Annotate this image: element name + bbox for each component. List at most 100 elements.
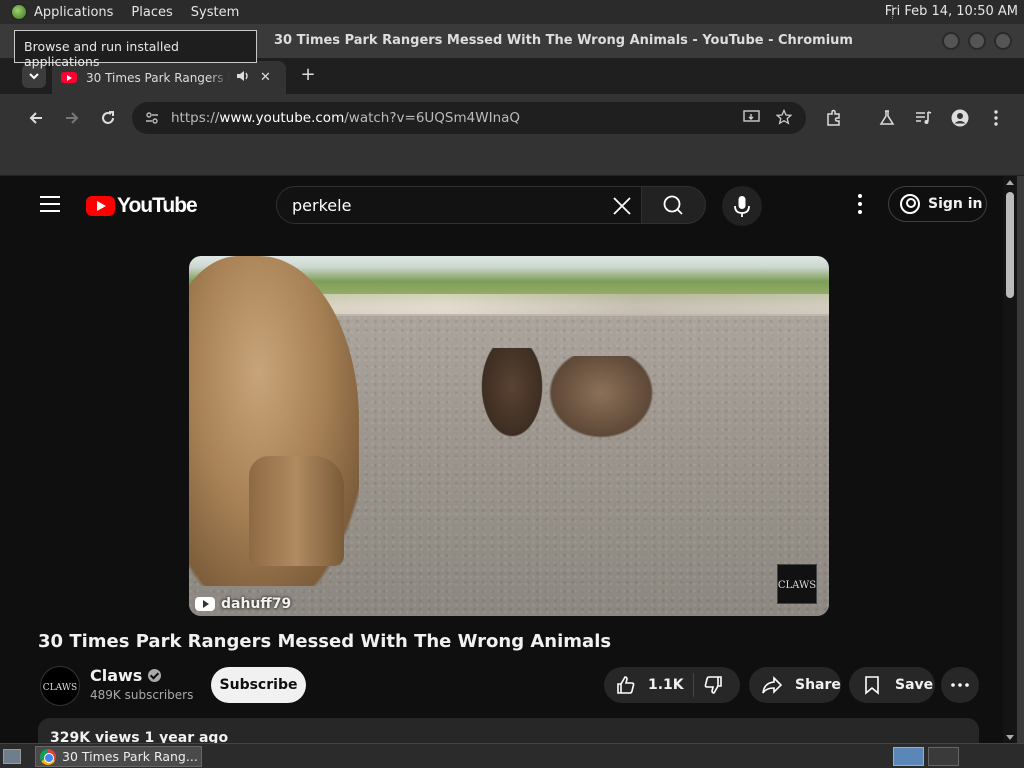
thumbs-up-icon — [617, 676, 635, 694]
panel-clock[interactable]: Fri Feb 14, 10:50 AM — [885, 4, 1018, 19]
arrow-left-icon — [29, 112, 42, 124]
youtube-favicon-icon — [61, 72, 77, 83]
flask-icon — [879, 110, 895, 125]
more-actions-button[interactable] — [941, 667, 979, 703]
puzzle-icon — [827, 109, 840, 126]
install-app-icon[interactable] — [743, 109, 761, 129]
account-icon — [951, 109, 969, 127]
show-desktop-icon[interactable] — [3, 749, 21, 764]
search-query: perkele — [292, 195, 352, 215]
url-scheme: https:// — [171, 110, 220, 126]
watermark-text: dahuff79 — [221, 596, 292, 612]
speaker-icon[interactable] — [236, 70, 250, 85]
youtube-play-icon — [86, 196, 115, 216]
claws-logo-icon: CLAWS — [778, 580, 816, 591]
channel-corner-logo[interactable]: CLAWS — [777, 564, 817, 604]
like-divider — [693, 673, 694, 697]
media-controls-button[interactable] — [912, 106, 936, 130]
dislike-button[interactable] — [703, 675, 723, 699]
bookmarks-bar — [0, 142, 1024, 176]
url-host: www.youtube.com — [219, 110, 345, 126]
search-input[interactable]: perkele — [276, 186, 642, 224]
bookmark-star-icon[interactable] — [775, 108, 793, 129]
clear-search-icon[interactable] — [609, 193, 635, 219]
back-button[interactable] — [24, 106, 48, 130]
browser-menu-button[interactable] — [984, 106, 1008, 130]
reload-button[interactable] — [96, 106, 120, 130]
channel-name[interactable]: Claws — [90, 666, 162, 685]
menu-places[interactable]: Places — [131, 5, 172, 20]
maximize-button[interactable] — [968, 32, 986, 50]
youtube-logo[interactable]: YouTube — [86, 194, 198, 218]
more-vert-icon — [994, 110, 998, 126]
youtube-page: YouTube perkele Sign in dahuff79 CLAWS 3… — [14, 176, 1003, 743]
voice-search-button[interactable] — [722, 186, 762, 226]
tab-strip: 30 Times Park Rangers Messed With The Wr… — [0, 58, 1024, 94]
share-icon — [762, 676, 783, 694]
chromium-icon — [40, 748, 56, 765]
save-label: Save — [895, 677, 934, 693]
applications-icon[interactable] — [11, 4, 27, 20]
minimize-button[interactable] — [942, 32, 960, 50]
video-frame-cub-light — [549, 356, 665, 448]
save-button[interactable]: Save — [849, 667, 935, 703]
youtube-wordmark: YouTube — [117, 194, 198, 217]
reload-icon — [102, 111, 114, 124]
search-icon — [663, 195, 683, 215]
new-tab-button[interactable]: + — [298, 64, 318, 85]
scroll-up-arrow-icon[interactable] — [1006, 180, 1014, 185]
video-frame-cub-dark — [477, 348, 547, 444]
channel-avatar[interactable]: CLAWS — [40, 666, 80, 706]
scroll-down-arrow-icon[interactable] — [1006, 735, 1014, 740]
tab-close-icon[interactable]: ✕ — [260, 70, 271, 85]
address-bar[interactable]: https://www.youtube.com/watch?v=6UQSm4WI… — [132, 102, 806, 134]
share-label: Share — [795, 677, 841, 693]
window-border — [1017, 176, 1024, 743]
like-dislike-group: 1.1K — [604, 667, 740, 703]
video-player[interactable]: dahuff79 CLAWS — [189, 256, 829, 616]
playlist-music-icon — [916, 111, 932, 124]
extensions-button[interactable] — [822, 106, 846, 130]
labs-button[interactable] — [875, 106, 899, 130]
scroll-thumb[interactable] — [1006, 192, 1014, 298]
settings-more-icon[interactable] — [852, 194, 868, 214]
guide-menu-icon[interactable] — [40, 196, 60, 212]
close-window-button[interactable] — [994, 32, 1012, 50]
more-horiz-icon — [951, 683, 969, 687]
menu-applications[interactable]: Applications — [34, 5, 113, 20]
workspace-1[interactable] — [893, 747, 924, 766]
microphone-icon — [734, 196, 750, 217]
menu-system[interactable]: System — [191, 5, 239, 20]
view-count-date: 329K views 1 year ago — [50, 730, 229, 743]
svg-text:CLAWS: CLAWS — [43, 683, 77, 693]
site-info-icon[interactable] — [144, 110, 160, 126]
account-circle-icon — [900, 194, 920, 214]
svg-text:CLAWS: CLAWS — [778, 580, 816, 591]
sign-in-label: Sign in — [928, 196, 983, 212]
video-title: 30 Times Park Rangers Messed With The Wr… — [38, 631, 612, 652]
page-scrollbar[interactable] — [1003, 176, 1017, 743]
like-count: 1.1K — [648, 677, 684, 693]
subscriber-count: 489K subscribers — [90, 688, 194, 702]
bookmark-icon — [865, 676, 879, 695]
taskbar-item-chromium[interactable]: 30 Times Park Rang... — [35, 746, 202, 767]
taskbar-item-label: 30 Times Park Rang... — [62, 749, 198, 764]
like-button[interactable]: 1.1K — [616, 675, 684, 695]
workspace-2[interactable] — [928, 747, 959, 766]
browser-toolbar: https://www.youtube.com/watch?v=6UQSm4WI… — [0, 94, 1024, 142]
tab-title: 30 Times Park Rangers Messed With The Wr… — [86, 70, 230, 85]
verified-badge-icon — [148, 669, 162, 682]
search-button[interactable] — [642, 186, 706, 224]
subscribe-button[interactable]: Subscribe — [211, 667, 306, 703]
description-box[interactable]: 329K views 1 year ago — [38, 718, 979, 743]
tooltip: Browse and run installed applications — [14, 30, 257, 69]
arrow-right-icon — [66, 112, 79, 124]
sign-in-button[interactable]: Sign in — [888, 186, 987, 222]
profile-button[interactable] — [948, 106, 972, 130]
share-button[interactable]: Share — [749, 667, 841, 703]
video-watermark: dahuff79 — [195, 596, 291, 612]
forward-button[interactable] — [60, 106, 84, 130]
channel-name-text: Claws — [90, 666, 143, 685]
bottom-taskbar: 30 Times Park Rang... — [0, 743, 1024, 768]
youtube-mini-icon — [195, 597, 215, 611]
